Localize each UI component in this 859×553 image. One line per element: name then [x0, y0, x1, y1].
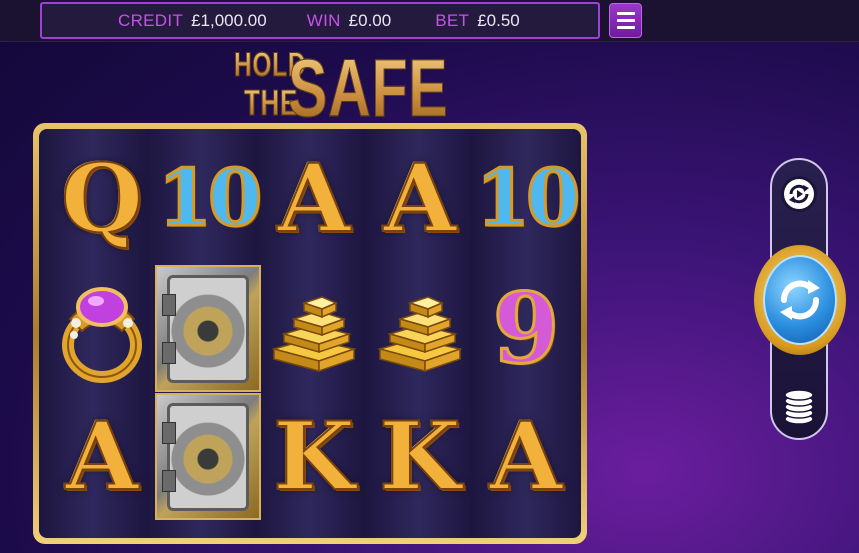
gold-bars-icon	[264, 279, 364, 379]
reels-frame: Q 10 A A 10 9 A K K A	[33, 123, 587, 544]
info-bar: CREDIT £1,000.00 WIN £0.00 BET £0.50	[40, 2, 600, 39]
symbol-safe	[155, 393, 261, 520]
autoplay-icon	[784, 179, 814, 209]
spin-button[interactable]	[754, 245, 846, 355]
safe-icon	[162, 274, 249, 383]
symbol-glyph: 10	[474, 152, 581, 244]
symbol-glyph: K	[378, 401, 462, 512]
top-bar: CREDIT £1,000.00 WIN £0.00 BET £0.50	[0, 0, 859, 42]
menu-button[interactable]	[609, 3, 642, 38]
symbol-glyph: A	[489, 401, 564, 512]
symbol-gold-bars	[367, 265, 473, 392]
coin-stack-icon	[784, 389, 814, 425]
hamburger-menu-icon	[616, 12, 635, 29]
symbol-10: 10	[155, 135, 264, 262]
symbol-glyph: A	[65, 401, 140, 512]
symbol-glyph: K	[272, 401, 356, 512]
symbol-a: A	[367, 135, 473, 262]
win-label: WIN	[306, 10, 341, 30]
autoplay-button[interactable]	[781, 176, 817, 212]
symbol-glyph: 9	[491, 271, 561, 385]
symbol-ring	[49, 265, 155, 392]
symbol-k: K	[261, 393, 367, 520]
win-display: WIN £0.00	[307, 11, 392, 31]
symbol-glyph: A	[277, 143, 352, 254]
symbol-gold-bars	[261, 265, 367, 392]
symbol-a: A	[49, 393, 155, 520]
symbol-glyph: 10	[156, 152, 264, 244]
ring-icon	[52, 273, 152, 385]
symbol-a: A	[473, 393, 579, 520]
stake-button[interactable]	[782, 384, 816, 428]
win-value: £0.00	[348, 10, 392, 30]
bet-display: BET £0.50	[435, 11, 520, 31]
game-logo: HOLD THE SAFE	[232, 43, 448, 135]
credit-value: £1,000.00	[191, 10, 267, 30]
spin-arrows-icon	[780, 280, 820, 320]
symbol-9: 9	[473, 265, 579, 392]
bet-label: BET	[435, 10, 470, 30]
reels-grid: Q 10 A A 10 9 A K K A	[39, 129, 581, 538]
symbol-safe	[155, 265, 261, 392]
symbol-k: K	[367, 393, 473, 520]
credit-display: CREDIT £1,000.00	[118, 11, 267, 31]
logo-safe: SAFE	[288, 43, 449, 135]
symbol-a: A	[261, 135, 367, 262]
symbol-q: Q	[49, 135, 155, 262]
symbol-10: 10	[473, 135, 581, 262]
safe-icon	[162, 402, 249, 511]
symbol-glyph: Q	[60, 143, 144, 254]
gold-bars-icon	[370, 279, 470, 379]
symbol-glyph: A	[383, 143, 458, 254]
credit-label: CREDIT	[118, 10, 184, 30]
bet-value: £0.50	[477, 10, 520, 30]
